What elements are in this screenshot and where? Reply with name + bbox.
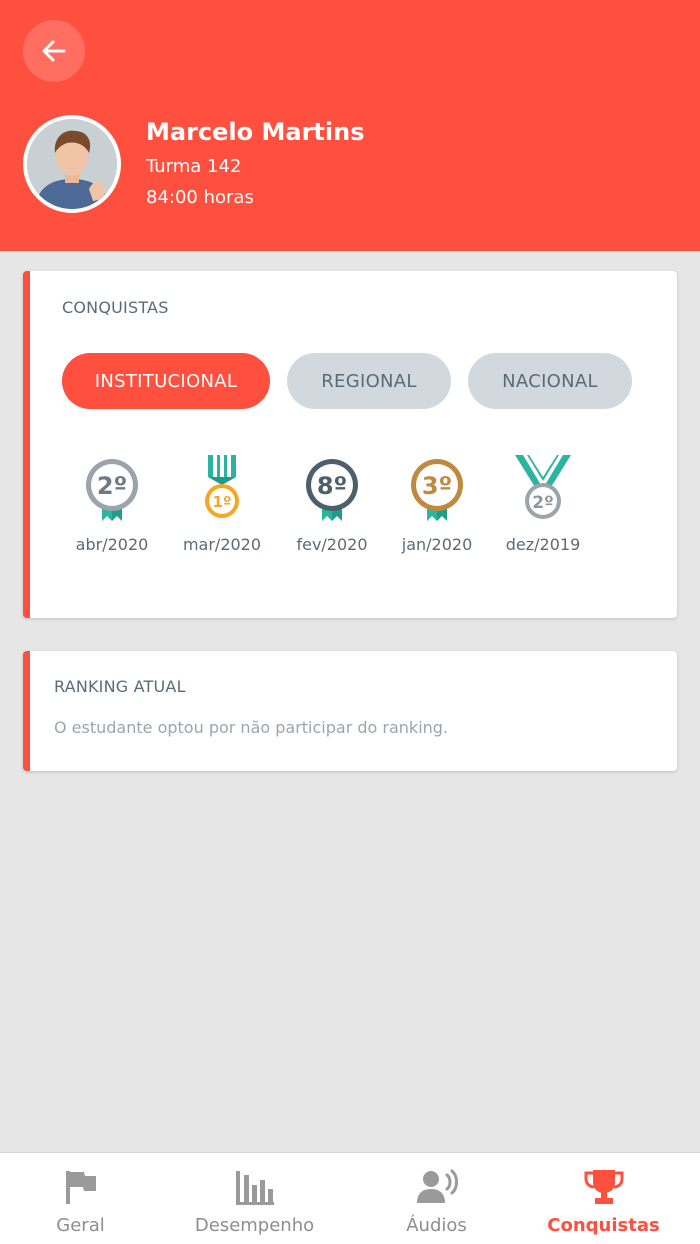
medal-date: abr/2020 [75, 535, 149, 554]
silver-ribbon-medal-icon: 2º [515, 455, 571, 519]
bottom-nav: Geral Desempenho Áudios Conquistas [0, 1152, 700, 1244]
svg-text:8º: 8º [317, 472, 347, 500]
medal-item[interactable]: 2º abr/2020 [62, 455, 162, 565]
avatar [23, 115, 121, 213]
svg-text:3º: 3º [422, 472, 452, 500]
nav-label: Geral [56, 1215, 105, 1236]
medal-item[interactable]: 2º dez/2019 [493, 455, 593, 565]
gold-medal-icon: 1º [205, 455, 239, 518]
nav-item-desempenho[interactable]: Desempenho [167, 1153, 342, 1244]
nav-item-geral[interactable]: Geral [0, 1153, 168, 1244]
silver-medal-icon: 2º [86, 459, 138, 521]
nav-item-audios[interactable]: Áudios [349, 1153, 524, 1244]
student-hours: 84:00 horas [146, 187, 254, 208]
user-voice-icon [416, 1169, 458, 1203]
medal-item[interactable]: 1º mar/2020 [172, 455, 272, 565]
svg-text:2º: 2º [532, 493, 553, 513]
bronze-medal-icon: 3º [411, 459, 463, 521]
arrow-left-icon [42, 40, 66, 62]
svg-text:2º: 2º [97, 472, 127, 500]
tab-institucional[interactable]: INSTITUCIONAL [62, 353, 270, 409]
nav-label: Áudios [406, 1215, 467, 1236]
ranking-title: RANKING ATUAL [54, 677, 186, 696]
ranking-message: O estudante optou por não participar do … [54, 718, 449, 737]
svg-text:1º: 1º [213, 493, 232, 511]
dark-medal-icon: 8º [306, 459, 358, 521]
trophy-icon [584, 1170, 623, 1204]
nav-item-conquistas[interactable]: Conquistas [516, 1153, 691, 1244]
ranking-card: RANKING ATUAL O estudante optou por não … [23, 651, 677, 771]
profile-header: Marcelo Martins Turma 142 84:00 horas [0, 0, 700, 251]
achievements-title: CONQUISTAS [62, 298, 169, 317]
tab-nacional[interactable]: NACIONAL [468, 353, 632, 409]
medal-item[interactable]: 3º jan/2020 [387, 455, 487, 565]
flag-icon [65, 1171, 96, 1204]
medal-date: mar/2020 [182, 535, 262, 554]
back-button[interactable] [23, 20, 85, 82]
nav-label: Conquistas [547, 1215, 660, 1236]
medal-item[interactable]: 8º fev/2020 [282, 455, 382, 565]
medal-date: fev/2020 [296, 535, 368, 554]
achievements-card: CONQUISTAS INSTITUCIONAL REGIONAL NACION… [23, 271, 677, 618]
medal-date: jan/2020 [401, 535, 473, 554]
student-class: Turma 142 [146, 156, 242, 177]
tab-regional[interactable]: REGIONAL [287, 353, 451, 409]
nav-label: Desempenho [194, 1215, 315, 1236]
bar-chart-icon [235, 1171, 274, 1205]
student-name: Marcelo Martins [146, 118, 365, 146]
medal-date: dez/2019 [505, 535, 581, 554]
